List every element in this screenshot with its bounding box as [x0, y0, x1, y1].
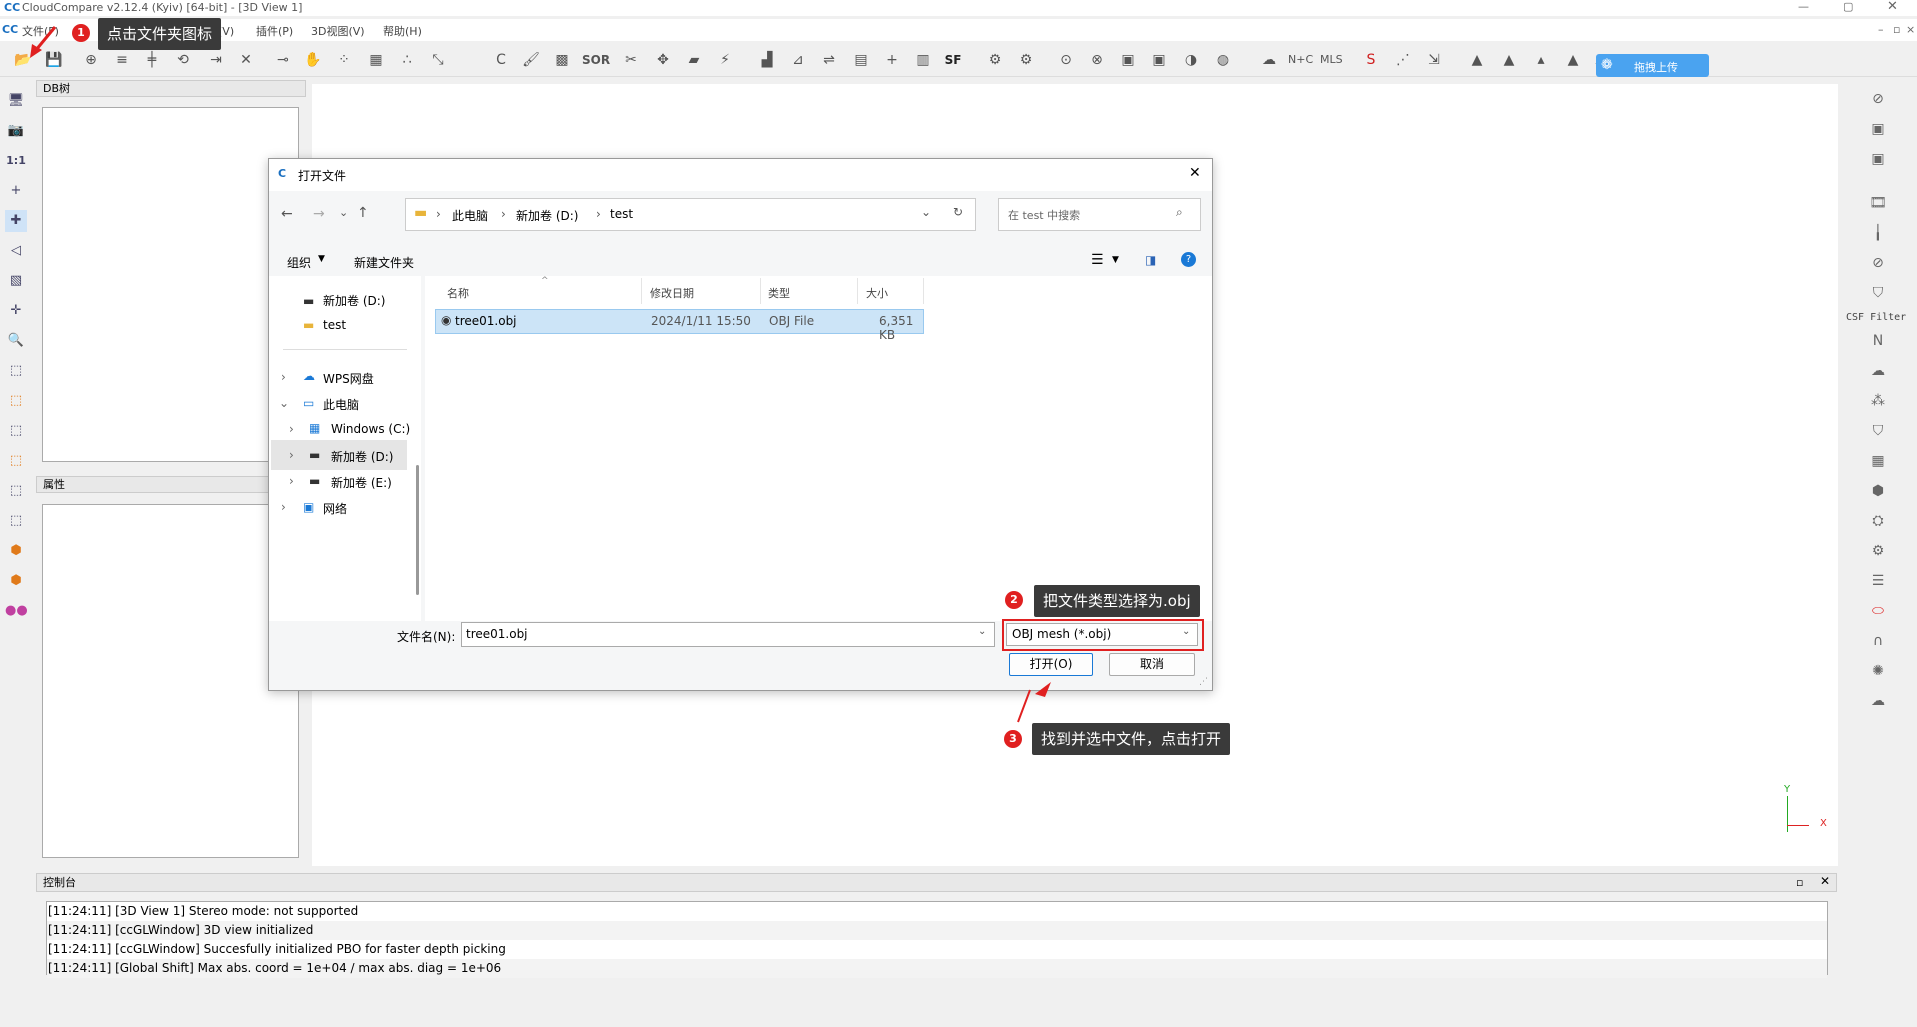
arrow-step1	[34, 26, 57, 51]
step1-badge: 1	[72, 24, 90, 42]
step3-callout: 找到并选中文件，点击打开	[1032, 723, 1231, 755]
step2-badge: 2	[1005, 591, 1023, 609]
step2-callout: 把文件类型选择为.obj	[1034, 585, 1200, 617]
arrowhead-step3	[1035, 682, 1051, 697]
arrow-step3	[1017, 689, 1031, 723]
step1-callout: 点击文件夹图标	[98, 18, 222, 50]
annotation-overlay	[30, 26, 1051, 723]
step3-badge: 3	[1004, 730, 1022, 748]
